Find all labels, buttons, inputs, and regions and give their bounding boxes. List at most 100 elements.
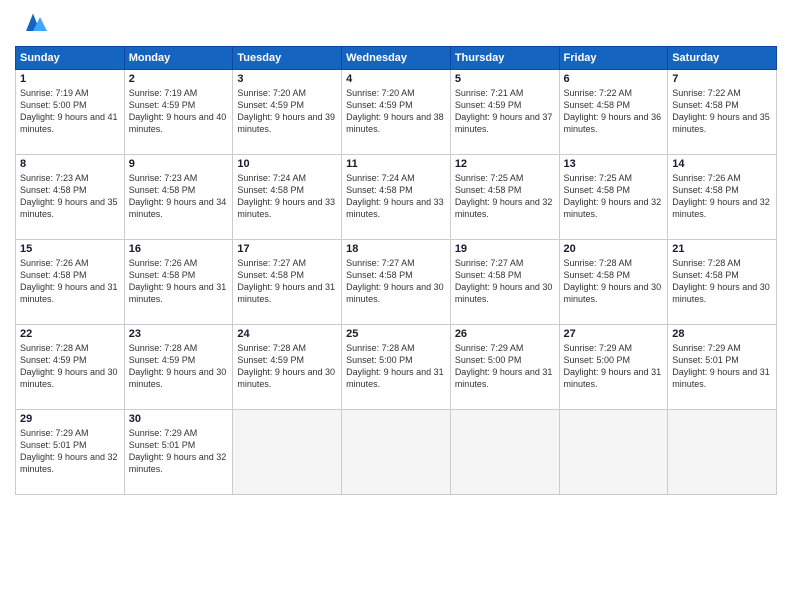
day-info: Sunrise: 7:28 AMSunset: 4:59 PMDaylight:…: [20, 342, 120, 391]
day-number: 22: [20, 328, 120, 340]
calendar-cell: 14 Sunrise: 7:26 AMSunset: 4:58 PMDayligh…: [668, 155, 777, 240]
calendar-cell: 1 Sunrise: 7:19 AMSunset: 5:00 PMDaylight…: [16, 70, 125, 155]
calendar-cell: 6Sunrise: 7:22 AMSunset: 4:58 PMDaylight…: [559, 70, 668, 155]
day-info: Sunrise: 7:25 AMSunset: 4:58 PMDaylight:…: [564, 172, 664, 221]
calendar-cell: 15Sunrise: 7:26 AMSunset: 4:58 PMDayligh…: [16, 240, 125, 325]
weekday-header-wednesday: Wednesday: [342, 47, 451, 70]
calendar-cell: [342, 410, 451, 495]
day-info: Sunrise: 7:26 AMSunset: 4:58 PMDaylight:…: [672, 172, 772, 221]
day-info: Sunrise: 7:19 AMSunset: 5:00 PMDaylight:…: [20, 87, 120, 136]
calendar-cell: [450, 410, 559, 495]
calendar-cell: 23 Sunrise: 7:28 AMSunset: 4:59 PMDayligh…: [124, 325, 233, 410]
calendar-cell: 9Sunrise: 7:23 AMSunset: 4:58 PMDaylight…: [124, 155, 233, 240]
calendar-week-row: 22 Sunrise: 7:28 AMSunset: 4:59 PMDayligh…: [16, 325, 777, 410]
day-number: 24: [237, 328, 337, 340]
day-info: Sunrise: 7:24 AMSunset: 4:58 PMDaylight:…: [237, 172, 337, 221]
logo-icon: [19, 10, 47, 38]
weekday-header-thursday: Thursday: [450, 47, 559, 70]
day-info: Sunrise: 7:22 AMSunset: 4:58 PMDaylight:…: [672, 87, 772, 136]
day-info: Sunrise: 7:29 AMSunset: 5:01 PMDaylight:…: [129, 427, 229, 476]
day-number: 19: [455, 243, 555, 255]
day-info: Sunrise: 7:22 AMSunset: 4:58 PMDaylight:…: [564, 87, 664, 136]
calendar-cell: 11 Sunrise: 7:24 AMSunset: 4:58 PMDayligh…: [342, 155, 451, 240]
day-number: 20: [564, 243, 664, 255]
day-info: Sunrise: 7:23 AMSunset: 4:58 PMDaylight:…: [20, 172, 120, 221]
day-number: 30: [129, 413, 229, 425]
weekday-header-friday: Friday: [559, 47, 668, 70]
day-info: Sunrise: 7:28 AMSunset: 4:59 PMDaylight:…: [129, 342, 229, 391]
calendar-cell: 7 Sunrise: 7:22 AMSunset: 4:58 PMDaylight…: [668, 70, 777, 155]
weekday-header-saturday: Saturday: [668, 47, 777, 70]
calendar-cell: 13 Sunrise: 7:25 AMSunset: 4:58 PMDayligh…: [559, 155, 668, 240]
day-number: 29: [20, 413, 120, 425]
day-info: Sunrise: 7:28 AMSunset: 4:59 PMDaylight:…: [237, 342, 337, 391]
day-info: Sunrise: 7:21 AMSunset: 4:59 PMDaylight:…: [455, 87, 555, 136]
calendar-cell: 30 Sunrise: 7:29 AMSunset: 5:01 PMDayligh…: [124, 410, 233, 495]
calendar-week-row: 29 Sunrise: 7:29 AMSunset: 5:01 PMDayligh…: [16, 410, 777, 495]
weekday-header-tuesday: Tuesday: [233, 47, 342, 70]
day-info: Sunrise: 7:29 AMSunset: 5:00 PMDaylight:…: [564, 342, 664, 391]
day-info: Sunrise: 7:25 AMSunset: 4:58 PMDaylight:…: [455, 172, 555, 221]
calendar-cell: [233, 410, 342, 495]
calendar-cell: 21Sunrise: 7:28 AMSunset: 4:58 PMDayligh…: [668, 240, 777, 325]
calendar-week-row: 8 Sunrise: 7:23 AMSunset: 4:58 PMDaylight…: [16, 155, 777, 240]
calendar-cell: 12 Sunrise: 7:25 AMSunset: 4:58 PMDayligh…: [450, 155, 559, 240]
day-number: 18: [346, 243, 446, 255]
calendar-cell: 17 Sunrise: 7:27 AMSunset: 4:58 PMDayligh…: [233, 240, 342, 325]
calendar-cell: [668, 410, 777, 495]
calendar-cell: 2 Sunrise: 7:19 AMSunset: 4:59 PMDaylight…: [124, 70, 233, 155]
day-number: 17: [237, 243, 337, 255]
calendar-table: SundayMondayTuesdayWednesdayThursdayFrid…: [15, 46, 777, 495]
page: SundayMondayTuesdayWednesdayThursdayFrid…: [0, 0, 792, 612]
day-number: 9: [129, 158, 229, 170]
day-info: Sunrise: 7:28 AMSunset: 4:58 PMDaylight:…: [564, 257, 664, 306]
calendar-cell: 8 Sunrise: 7:23 AMSunset: 4:58 PMDaylight…: [16, 155, 125, 240]
calendar-cell: 10Sunrise: 7:24 AMSunset: 4:58 PMDayligh…: [233, 155, 342, 240]
day-info: Sunrise: 7:20 AMSunset: 4:59 PMDaylight:…: [237, 87, 337, 136]
calendar-cell: 22 Sunrise: 7:28 AMSunset: 4:59 PMDayligh…: [16, 325, 125, 410]
calendar-cell: 24 Sunrise: 7:28 AMSunset: 4:59 PMDayligh…: [233, 325, 342, 410]
header: [15, 10, 777, 38]
weekday-header-sunday: Sunday: [16, 47, 125, 70]
weekday-header-monday: Monday: [124, 47, 233, 70]
day-number: 12: [455, 158, 555, 170]
day-info: Sunrise: 7:28 AMSunset: 5:00 PMDaylight:…: [346, 342, 446, 391]
calendar-cell: 4 Sunrise: 7:20 AMSunset: 4:59 PMDaylight…: [342, 70, 451, 155]
day-info: Sunrise: 7:29 AMSunset: 5:01 PMDaylight:…: [672, 342, 772, 391]
day-info: Sunrise: 7:20 AMSunset: 4:59 PMDaylight:…: [346, 87, 446, 136]
calendar-cell: 18 Sunrise: 7:27 AMSunset: 4:58 PMDayligh…: [342, 240, 451, 325]
day-number: 27: [564, 328, 664, 340]
day-info: Sunrise: 7:26 AMSunset: 4:58 PMDaylight:…: [129, 257, 229, 306]
day-number: 2: [129, 73, 229, 85]
day-info: Sunrise: 7:19 AMSunset: 4:59 PMDaylight:…: [129, 87, 229, 136]
logo: [15, 10, 47, 38]
day-number: 5: [455, 73, 555, 85]
calendar-cell: 5 Sunrise: 7:21 AMSunset: 4:59 PMDaylight…: [450, 70, 559, 155]
day-number: 1: [20, 73, 120, 85]
day-number: 11: [346, 158, 446, 170]
day-number: 4: [346, 73, 446, 85]
calendar-cell: 19 Sunrise: 7:27 AMSunset: 4:58 PMDayligh…: [450, 240, 559, 325]
calendar-cell: 20 Sunrise: 7:28 AMSunset: 4:58 PMDayligh…: [559, 240, 668, 325]
day-info: Sunrise: 7:24 AMSunset: 4:58 PMDaylight:…: [346, 172, 446, 221]
day-number: 23: [129, 328, 229, 340]
day-info: Sunrise: 7:27 AMSunset: 4:58 PMDaylight:…: [346, 257, 446, 306]
day-number: 28: [672, 328, 772, 340]
calendar-cell: 27 Sunrise: 7:29 AMSunset: 5:00 PMDayligh…: [559, 325, 668, 410]
day-number: 7: [672, 73, 772, 85]
calendar-cell: 28 Sunrise: 7:29 AMSunset: 5:01 PMDayligh…: [668, 325, 777, 410]
day-info: Sunrise: 7:29 AMSunset: 5:00 PMDaylight:…: [455, 342, 555, 391]
weekday-header-row: SundayMondayTuesdayWednesdayThursdayFrid…: [16, 47, 777, 70]
calendar-cell: 29Sunrise: 7:29 AMSunset: 5:01 PMDayligh…: [16, 410, 125, 495]
calendar-cell: [559, 410, 668, 495]
day-number: 26: [455, 328, 555, 340]
day-info: Sunrise: 7:26 AMSunset: 4:58 PMDaylight:…: [20, 257, 120, 306]
day-number: 14: [672, 158, 772, 170]
calendar-week-row: 1 Sunrise: 7:19 AMSunset: 5:00 PMDaylight…: [16, 70, 777, 155]
day-info: Sunrise: 7:27 AMSunset: 4:58 PMDaylight:…: [455, 257, 555, 306]
day-number: 13: [564, 158, 664, 170]
day-info: Sunrise: 7:27 AMSunset: 4:58 PMDaylight:…: [237, 257, 337, 306]
calendar-cell: 25Sunrise: 7:28 AMSunset: 5:00 PMDayligh…: [342, 325, 451, 410]
day-number: 21: [672, 243, 772, 255]
day-number: 8: [20, 158, 120, 170]
